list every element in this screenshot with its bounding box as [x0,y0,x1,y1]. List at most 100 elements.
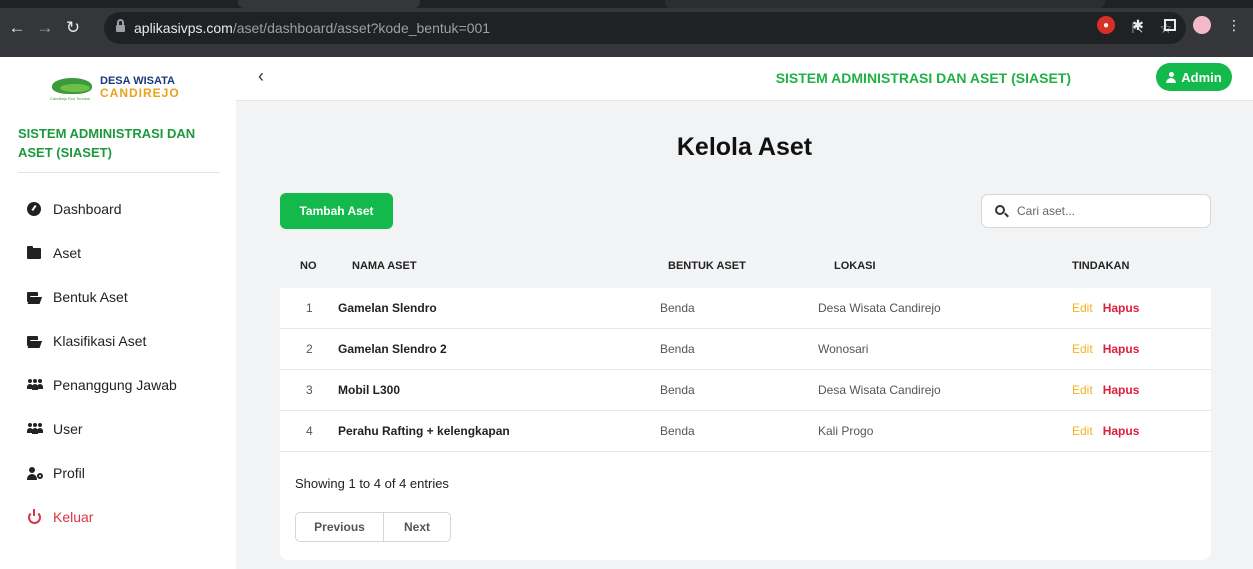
column-header-bentuk-aset[interactable]: BENTUK ASET [668,244,746,288]
cell-tindakan: Edit Hapus [1072,329,1139,369]
table-row: 4 Perahu Rafting + kelengkapan Benda Kal… [280,411,1211,452]
sidebar-item-label: Aset [53,245,82,261]
divider [18,172,220,173]
cell-nama-aset: Mobil L300 [338,383,401,397]
column-header-lokasi[interactable]: LOKASI [834,244,876,288]
back-arrow-icon[interactable]: ← [6,17,28,39]
sidebar-item-bentuk-aset[interactable]: Bentuk Aset [0,275,236,319]
users-icon [27,378,43,392]
cell-no: 4 [306,424,313,438]
chevron-left-icon[interactable]: ‹ [258,66,264,87]
edit-link[interactable]: Edit [1072,424,1093,438]
reload-icon[interactable]: ↻ [62,17,84,39]
sidebar-title: SISTEM ADMINISTRASI DAN ASET (SIASET) [18,126,196,160]
cell-no: 2 [306,342,313,356]
sidebar-item-klasifikasi-aset[interactable]: Klasifikasi Aset [0,319,236,363]
forward-arrow-icon[interactable]: → [34,17,56,39]
cell-bentuk-aset: Benda [660,301,695,315]
cell-bentuk-aset: Benda [660,383,695,397]
entries-info: Showing 1 to 4 of 4 entries [295,476,449,491]
cell-tindakan: Edit Hapus [1072,288,1139,328]
cell-nama-aset: Perahu Rafting + kelengkapan [338,424,510,438]
sidebar-item-profil[interactable]: Profil [0,451,236,495]
delete-link[interactable]: Hapus [1103,342,1140,356]
edit-link[interactable]: Edit [1072,301,1093,315]
search-icon [995,204,1009,218]
lock-icon [116,19,125,33]
cell-lokasi: Kali Progo [818,424,874,438]
user-cog-icon [27,466,43,480]
users-icon [27,422,43,436]
browser-tab[interactable] [238,0,420,8]
edit-link[interactable]: Edit [1072,342,1093,356]
sidebar-item-label: Keluar [53,509,94,525]
profile-avatar-icon[interactable] [1193,16,1211,34]
sidebar-item-label: Penanggung Jawab [53,377,177,393]
cell-tindakan: Edit Hapus [1072,370,1139,410]
sidebar-item-label: Profil [53,465,85,481]
sidebar-item-keluar[interactable]: Keluar [0,495,236,539]
browser-toolbar: ← → ↻ aplikasivps.com/aset/dashboard/ass… [0,8,1253,48]
delete-link[interactable]: Hapus [1103,424,1140,438]
browser-tab[interactable] [665,0,1105,8]
folder-open-icon [27,290,41,304]
sidebar-menu: Dashboard Aset Bentuk Aset Klasifikasi A… [0,187,236,539]
url-path: /aset/dashboard/asset?kode_bentuk=001 [232,20,491,36]
cell-nama-aset: Gamelan Slendro 2 [338,342,447,356]
search-field[interactable] [981,194,1211,228]
admin-user-button[interactable]: Admin [1156,63,1232,91]
delete-link[interactable]: Hapus [1103,383,1140,397]
puzzle-icon[interactable]: ✱ [1129,16,1147,34]
extension-icon[interactable]: ● [1097,16,1115,34]
header-title: SISTEM ADMINISTRASI DAN ASET (SIASET) [775,70,1071,86]
asset-table-card: NO NAMA ASET BENTUK ASET LOKASI TINDAKAN… [280,244,1211,560]
sidebar-item-user[interactable]: User [0,407,236,451]
brand-line-2: CANDIREJO [100,85,180,100]
column-header-no[interactable]: NO [300,244,317,288]
sidebar-item-penanggung-jawab[interactable]: Penanggung Jawab [0,363,236,407]
folder-open-icon [27,334,41,348]
tab-strip [0,0,1253,8]
admin-label: Admin [1181,69,1222,85]
sidebar-item-label: User [53,421,83,437]
cell-tindakan: Edit Hapus [1072,411,1139,451]
side-panel-icon[interactable] [1161,16,1179,34]
sidebar-item-label: Bentuk Aset [53,289,128,305]
folder-icon [27,245,41,260]
next-page-button[interactable]: Next [384,513,450,541]
kebab-menu-icon[interactable]: ⋮ [1225,16,1243,34]
sidebar-item-label: Klasifikasi Aset [53,333,147,349]
sidebar-item-dashboard[interactable]: Dashboard [0,187,236,231]
add-asset-button[interactable]: Tambah Aset [280,193,393,229]
brand-line-1: DESA WISATA [100,74,175,87]
table-row: 2 Gamelan Slendro 2 Benda Wonosari Edit … [280,329,1211,370]
table-row: 1 Gamelan Slendro Benda Desa Wisata Cand… [280,288,1211,329]
cell-lokasi: Desa Wisata Candirejo [818,301,941,315]
cell-nama-aset: Gamelan Slendro [338,301,437,315]
sidebar-item-aset[interactable]: Aset [0,231,236,275]
previous-page-button[interactable]: Previous [296,513,384,541]
app-header: ‹ SISTEM ADMINISTRASI DAN ASET (SIASET) … [236,57,1253,101]
sidebar-item-label: Dashboard [53,201,122,217]
page-title: Kelola Aset [676,133,813,161]
url-host: aplikasivps.com [134,20,233,36]
column-header-tindakan: TINDAKAN [1072,260,1130,272]
dashboard-icon [27,202,41,216]
cell-no: 1 [306,301,313,315]
cell-bentuk-aset: Benda [660,424,695,438]
edit-link[interactable]: Edit [1072,383,1093,397]
user-icon [1166,71,1177,83]
logo-icon: Candirejo Eco Tourism [50,72,94,102]
search-input[interactable] [1017,204,1197,218]
table-header: NO NAMA ASET BENTUK ASET LOKASI TINDAKAN [280,244,1211,288]
delete-link[interactable]: Hapus [1103,301,1140,315]
cell-no: 3 [306,383,313,397]
cell-lokasi: Desa Wisata Candirejo [818,383,941,397]
brand-logo[interactable]: Candirejo Eco Tourism DESA WISATA CANDIR… [50,67,180,107]
cell-lokasi: Wonosari [818,342,869,356]
address-bar[interactable]: aplikasivps.com/aset/dashboard/asset?kod… [104,12,1186,44]
pagination: Previous Next [295,512,451,542]
column-header-nama-aset[interactable]: NAMA ASET [352,244,417,288]
cell-bentuk-aset: Benda [660,342,695,356]
table-row: 3 Mobil L300 Benda Desa Wisata Candirejo… [280,370,1211,411]
